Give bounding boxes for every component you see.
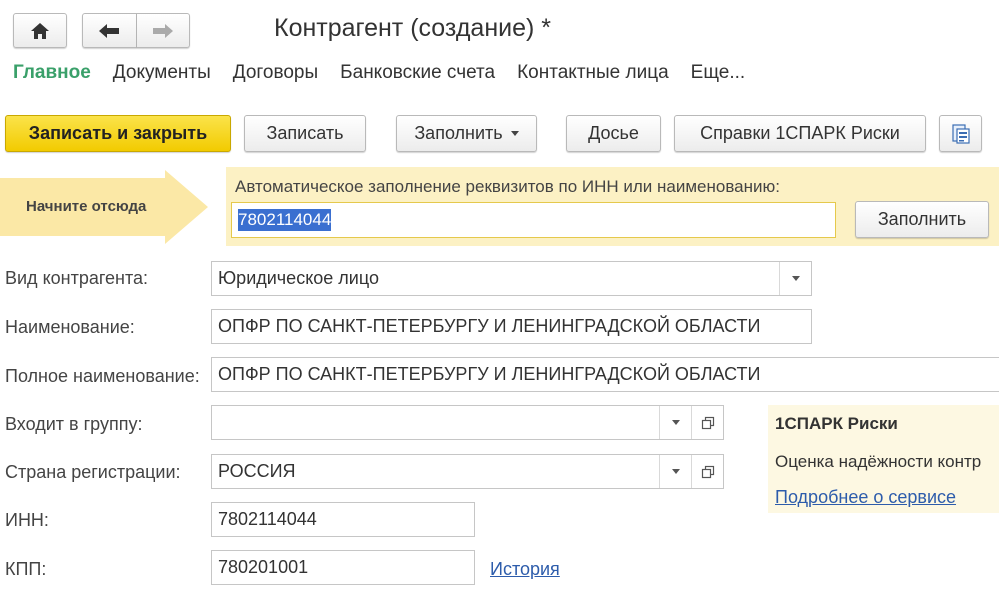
dropdown-button[interactable] bbox=[659, 455, 691, 488]
forward-button[interactable] bbox=[136, 13, 190, 48]
chevron-down-icon bbox=[671, 420, 680, 425]
document-report-icon bbox=[951, 123, 970, 144]
chevron-down-icon bbox=[791, 276, 800, 281]
arrow-left-icon bbox=[99, 23, 120, 38]
home-icon bbox=[31, 22, 49, 39]
full-name-label: Полное наименование: bbox=[5, 366, 200, 386]
tab-main[interactable]: Главное bbox=[13, 62, 91, 84]
name-input[interactable]: ОПФР ПО САНКТ-ПЕТЕРБУРГУ И ЛЕНИНГРАДСКОЙ… bbox=[211, 309, 812, 344]
dossier-button[interactable]: Досье bbox=[566, 115, 661, 152]
kpp-input[interactable]: 780201001 bbox=[211, 550, 475, 585]
back-button[interactable] bbox=[82, 13, 137, 48]
section-tabs: Главное Документы Договоры Банковские сч… bbox=[13, 62, 745, 84]
country-value: РОССИЯ bbox=[218, 461, 296, 481]
history-navigation bbox=[82, 13, 190, 48]
tab-more[interactable]: Еще... bbox=[691, 62, 746, 84]
name-value: ОПФР ПО САНКТ-ПЕТЕРБУРГУ И ЛЕНИНГРАДСКОЙ… bbox=[218, 316, 761, 336]
dropdown-button[interactable] bbox=[779, 262, 811, 295]
tab-bank-accounts[interactable]: Банковские счета bbox=[340, 62, 495, 84]
page-title: Контрагент (создание) * bbox=[274, 14, 552, 42]
full-name-value: ОПФР ПО САНКТ-ПЕТЕРБУРГУ И ЛЕНИНГРАДСКОЙ… bbox=[218, 364, 761, 384]
tab-contracts[interactable]: Договоры bbox=[233, 62, 318, 84]
report-button[interactable] bbox=[939, 115, 982, 152]
open-window-icon bbox=[701, 416, 714, 429]
open-window-icon bbox=[701, 465, 714, 478]
kpp-label: КПП: bbox=[5, 559, 47, 579]
autofill-input[interactable]: 7802114044 bbox=[231, 202, 836, 238]
inn-value: 7802114044 bbox=[218, 509, 317, 529]
chevron-down-icon bbox=[671, 469, 680, 474]
kpp-value: 780201001 bbox=[218, 557, 309, 577]
spark-more-link[interactable]: Подробнее о сервисе bbox=[775, 487, 956, 508]
chevron-down-icon bbox=[510, 131, 519, 136]
open-button[interactable] bbox=[691, 406, 723, 439]
spark-panel-title: 1СПАРК Риски bbox=[775, 414, 898, 433]
open-button[interactable] bbox=[691, 455, 723, 488]
autofill-label: Автоматическое заполнение реквизитов по … bbox=[235, 177, 780, 196]
inn-input[interactable]: 7802114044 bbox=[211, 502, 475, 537]
home-button[interactable] bbox=[13, 13, 67, 48]
counterparty-type-label: Вид контрагента: bbox=[5, 268, 149, 288]
history-link[interactable]: История bbox=[490, 559, 560, 580]
full-name-input[interactable]: ОПФР ПО САНКТ-ПЕТЕРБУРГУ И ЛЕНИНГРАДСКОЙ… bbox=[211, 357, 999, 392]
name-label: Наименование: bbox=[5, 317, 135, 337]
spark-reports-button[interactable]: Справки 1СПАРК Риски bbox=[674, 115, 926, 152]
fill-menu-label: Заполнить bbox=[414, 123, 503, 143]
start-here-label: Начните отсюда bbox=[26, 198, 147, 215]
country-label: Страна регистрации: bbox=[5, 462, 181, 482]
autofill-input-value: 7802114044 bbox=[238, 209, 332, 231]
spark-panel-description: Оценка надёжности контр bbox=[775, 452, 982, 471]
save-button[interactable]: Записать bbox=[244, 115, 366, 152]
autofill-fill-button[interactable]: Заполнить bbox=[855, 201, 989, 238]
tab-documents[interactable]: Документы bbox=[113, 62, 211, 84]
tab-contacts[interactable]: Контактные лица bbox=[517, 62, 669, 84]
country-select[interactable]: РОССИЯ bbox=[211, 454, 724, 489]
save-and-close-button[interactable]: Записать и закрыть bbox=[5, 115, 231, 152]
group-select[interactable] bbox=[211, 405, 724, 440]
counterparty-type-value: Юридическое лицо bbox=[218, 268, 379, 288]
inn-label: ИНН: bbox=[5, 510, 49, 530]
dropdown-button[interactable] bbox=[659, 406, 691, 439]
fill-menu-button[interactable]: Заполнить bbox=[396, 115, 537, 152]
group-label: Входит в группу: bbox=[5, 414, 143, 434]
arrow-right-icon bbox=[152, 23, 173, 38]
counterparty-type-select[interactable]: Юридическое лицо bbox=[211, 261, 812, 296]
